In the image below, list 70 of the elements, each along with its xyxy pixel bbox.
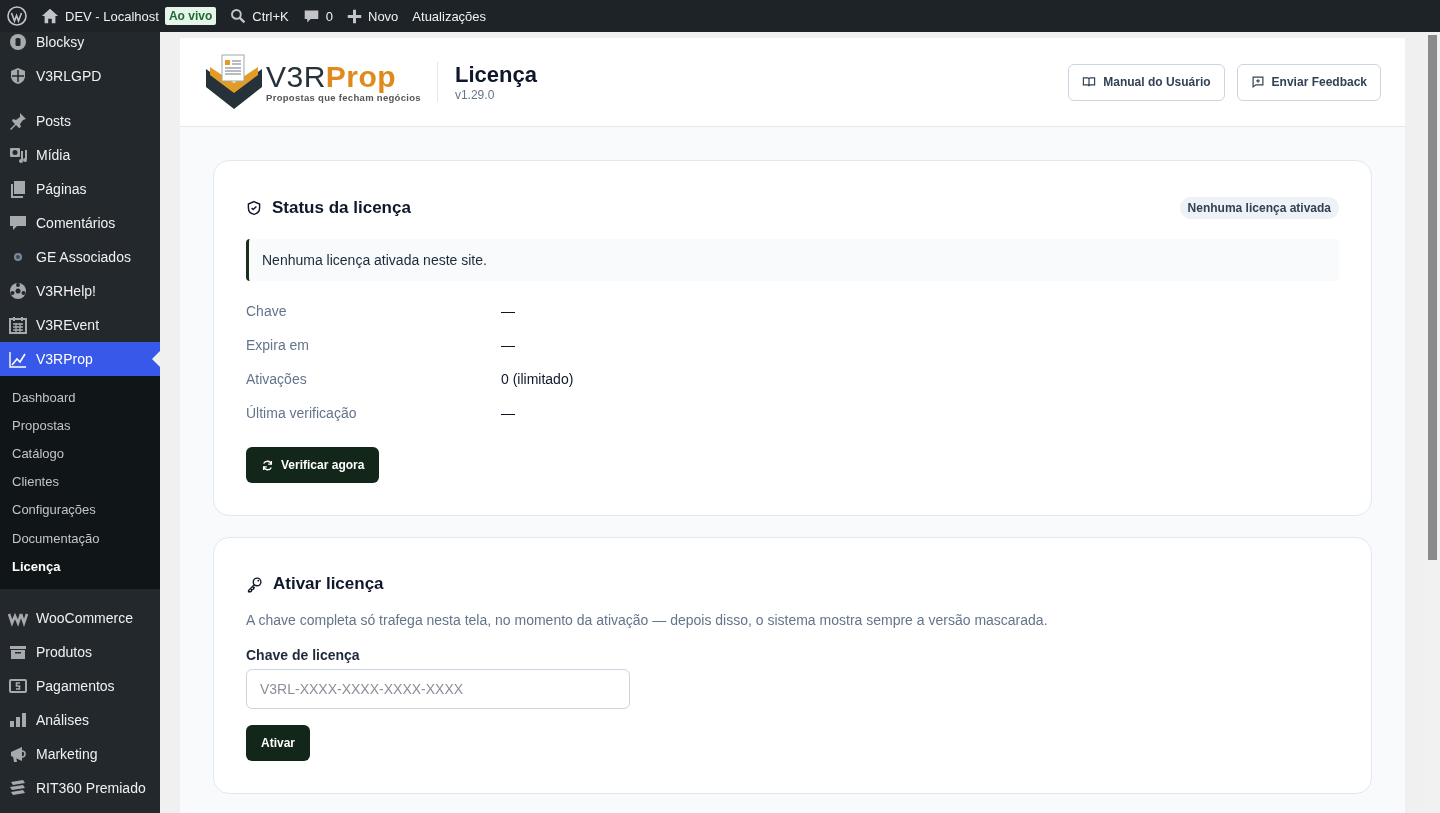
menu-item[interactable]: GE Associados <box>0 240 160 274</box>
media-icon <box>8 145 28 165</box>
site-name-link[interactable]: DEV - Localhost <box>65 8 159 24</box>
new-link[interactable]: Novo <box>368 8 399 24</box>
status-badge: Nenhuma licença ativada <box>1179 197 1339 219</box>
submenu-item[interactable]: Dashboard <box>0 383 160 412</box>
menu-item[interactable]: Produtos <box>0 635 160 670</box>
live-badge: Ao vivo <box>164 7 217 25</box>
plus-icon[interactable] <box>347 8 362 24</box>
card-title: Ativar licença <box>273 574 384 594</box>
key-icon <box>246 575 263 593</box>
card-description: A chave completa só trafega nesta tela, no momento da ativação — depois disso, o sistema mostra sempre a versão mascarada. <box>246 612 1048 628</box>
menu-item[interactable]: RIT360 Premiado <box>0 771 160 806</box>
updates-link[interactable]: Atualizações <box>412 8 487 24</box>
ball-icon <box>8 281 28 301</box>
calendar-icon <box>8 315 28 335</box>
refresh-icon <box>261 458 274 472</box>
feedback-icon <box>1250 75 1265 89</box>
field-label: Chave de licença <box>246 647 360 663</box>
verify-button[interactable]: Verificar agora <box>246 447 380 483</box>
header-button[interactable]: Manual do Usuário <box>1068 63 1225 101</box>
menu-item[interactable]: Pagamentos <box>0 669 160 704</box>
menu-item[interactable]: WooCommerce <box>0 601 160 636</box>
submenu-item[interactable]: Documentação <box>0 523 160 553</box>
menu-item[interactable]: Blocksy <box>0 32 160 59</box>
brand-wordmark: V3RProp <box>266 61 397 92</box>
submenu-item[interactable]: Catálogo <box>0 439 160 468</box>
field-value: — <box>501 336 516 355</box>
wordpress-icon[interactable] <box>7 6 27 26</box>
field-label: Ativações <box>246 370 308 389</box>
menu-item[interactable]: V3REvent <box>0 308 160 342</box>
header-button[interactable]: Enviar Feedback <box>1236 63 1381 101</box>
menu-item[interactable]: Comentários <box>0 206 160 240</box>
pin-icon <box>8 111 28 131</box>
book-icon <box>1082 75 1097 89</box>
menu-item[interactable]: Mídia <box>0 138 160 172</box>
comment-icon <box>8 213 28 233</box>
notice: Nenhuma licença ativada neste site. <box>246 239 1339 281</box>
menu-item[interactable]: Páginas <box>0 172 160 206</box>
license-key-field[interactable]: V3RL-XXXX-XXXX-XXXX-XXXX <box>246 669 630 709</box>
version-label: v1.29.0 <box>454 88 496 102</box>
menu-item[interactable]: Marketing <box>0 737 160 772</box>
menu-item[interactable]: V3RHelp! <box>0 274 160 308</box>
submenu-item[interactable]: Configurações <box>0 495 160 524</box>
field-label: Última verificação <box>246 404 358 423</box>
submenu-item[interactable]: Licença <box>0 552 160 581</box>
menu-item[interactable]: Análises <box>0 703 160 738</box>
submenu-item[interactable]: Propostas <box>0 411 160 440</box>
chart-line-icon <box>8 349 28 369</box>
comments-count[interactable]: 0 <box>325 8 333 24</box>
menu-item[interactable]: Posts <box>0 104 160 138</box>
field-label: Chave <box>246 302 288 321</box>
activate-button[interactable]: Ativar <box>246 725 310 761</box>
field-value: 0 (ilimitado) <box>501 370 575 389</box>
menu-item[interactable]: V3RProp <box>0 342 160 376</box>
submenu-item[interactable]: Clientes <box>0 467 160 496</box>
page-title: Licença <box>454 62 537 88</box>
home-icon[interactable] <box>41 7 59 25</box>
field-label: Expira em <box>246 336 311 355</box>
card-title: Status da licença <box>272 198 411 218</box>
pages-icon <box>8 179 28 199</box>
field-value: — <box>501 404 516 423</box>
field-value: — <box>501 302 516 321</box>
menu-item[interactable]: V3RLGPD <box>0 59 160 93</box>
search-shortcut[interactable]: Ctrl+K <box>252 8 289 24</box>
megaphone-icon <box>8 744 28 765</box>
search-icon[interactable] <box>230 8 247 24</box>
shield-check-icon <box>246 200 262 216</box>
shield-icon <box>8 66 28 86</box>
logo-drawing <box>204 53 264 111</box>
